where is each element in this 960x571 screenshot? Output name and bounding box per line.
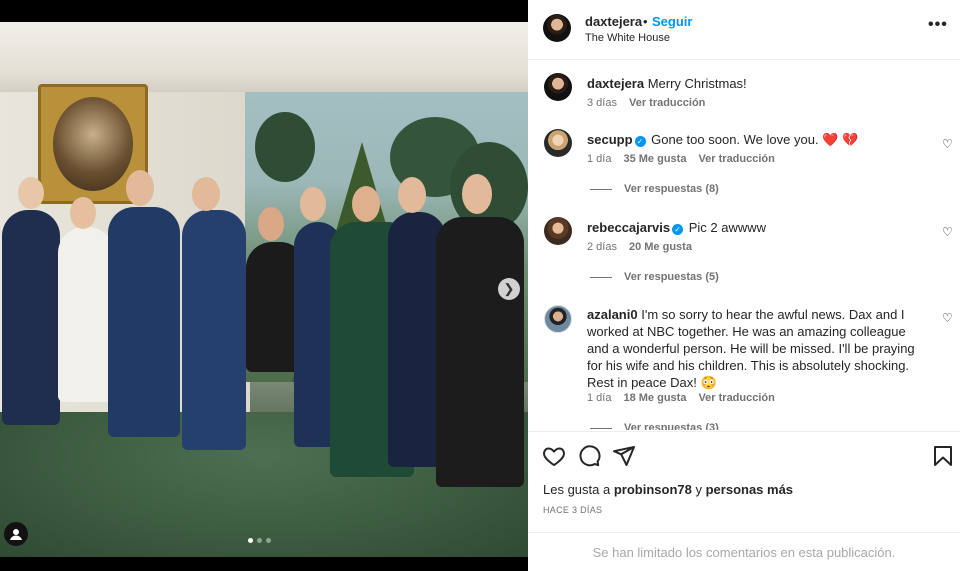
- author-username[interactable]: daxtejera: [585, 14, 642, 29]
- like-comment-heart-icon[interactable]: ♡: [942, 137, 953, 151]
- verified-badge-icon: ✓: [672, 224, 684, 235]
- carousel-dot[interactable]: [248, 538, 253, 543]
- comments-limited-notice: Se han limitado los comentarios en esta …: [528, 532, 960, 571]
- comment-text: azalani0 I'm so sorry to hear the awful …: [587, 306, 929, 391]
- heart-icon[interactable]: [542, 444, 566, 468]
- caption-meta: 3 días Ver traducción: [587, 97, 705, 109]
- person: [58, 227, 114, 402]
- view-replies-button[interactable]: Ver respuestas (3): [590, 422, 719, 430]
- avatar[interactable]: [543, 14, 571, 42]
- post-date[interactable]: HACE 3 DÍAS: [543, 505, 602, 515]
- person-head: [258, 207, 284, 241]
- post-actions: Les gusta a probinson78 y personas más H…: [528, 431, 960, 571]
- photo-ceiling: [0, 22, 528, 92]
- person-head: [70, 197, 96, 229]
- post-media: ❯: [0, 0, 528, 571]
- person-head: [300, 187, 326, 221]
- avatar[interactable]: [544, 73, 572, 101]
- person: [182, 210, 246, 450]
- comment-likes[interactable]: 18 Me gusta: [623, 392, 686, 404]
- comment-icon[interactable]: [577, 444, 601, 468]
- comment-time[interactable]: 1 día: [587, 392, 611, 404]
- comment-body: Pic 2 awwww: [688, 220, 767, 235]
- portrait: [53, 97, 133, 191]
- header-separator: •: [643, 14, 648, 29]
- avatar[interactable]: [544, 305, 572, 333]
- liker-username[interactable]: probinson78: [614, 482, 692, 497]
- chevron-right-icon[interactable]: ❯: [498, 278, 520, 300]
- person: [2, 210, 60, 425]
- comment-meta: 1 día 18 Me gusta Ver traducción: [587, 392, 775, 404]
- view-replies-button[interactable]: Ver respuestas (8): [590, 183, 719, 195]
- translate-link[interactable]: Ver traducción: [698, 392, 774, 404]
- carousel-dot[interactable]: [266, 538, 271, 543]
- like-comment-heart-icon[interactable]: ♡: [942, 311, 953, 325]
- comment-text: rebeccajarvis ✓ Pic 2 awwww: [587, 219, 932, 236]
- person: [108, 207, 180, 437]
- translate-link[interactable]: Ver traducción: [629, 97, 705, 109]
- comment-username[interactable]: azalani0: [587, 307, 638, 322]
- caption-time[interactable]: 3 días: [587, 97, 617, 109]
- comment-time[interactable]: 1 día: [587, 153, 611, 165]
- view-replies-button[interactable]: Ver respuestas (5): [590, 271, 719, 283]
- comment-likes[interactable]: 35 Me gusta: [623, 153, 686, 165]
- post-header: daxtejera • Seguir The White House •••: [528, 0, 960, 60]
- caption-body: Merry Christmas!: [647, 76, 747, 91]
- bookmark-icon[interactable]: [931, 444, 955, 468]
- comment-time[interactable]: 2 días: [587, 241, 617, 253]
- post-panel: daxtejera • Seguir The White House ••• d…: [528, 0, 960, 571]
- translate-link[interactable]: Ver traducción: [698, 153, 774, 165]
- person-head: [398, 177, 426, 213]
- avatar[interactable]: [544, 217, 572, 245]
- others-likes-link[interactable]: personas más: [706, 482, 793, 497]
- carousel-dots: [248, 538, 271, 543]
- caption-username[interactable]: daxtejera: [587, 76, 644, 91]
- likes-prefix: Les gusta a: [543, 482, 611, 497]
- carousel-dot[interactable]: [257, 538, 262, 543]
- comment-text: secupp ✓ Gone too soon. We love you. ❤️ 💔: [587, 131, 932, 148]
- person-head: [352, 186, 380, 222]
- verified-badge-icon: ✓: [634, 136, 646, 147]
- person-head: [462, 174, 492, 214]
- likes-summary: Les gusta a probinson78 y personas más: [543, 482, 793, 497]
- avatar[interactable]: [544, 129, 572, 157]
- likes-middle: y: [695, 482, 702, 497]
- location-link[interactable]: The White House: [585, 32, 670, 44]
- person-head: [192, 177, 220, 211]
- comment-username[interactable]: rebeccajarvis: [587, 220, 670, 235]
- person-head: [126, 170, 154, 206]
- comment-meta: 1 día 35 Me gusta Ver traducción: [587, 153, 775, 165]
- user-tag-icon[interactable]: [4, 522, 28, 546]
- comment-username[interactable]: secupp: [587, 132, 633, 147]
- person: [436, 217, 524, 487]
- follow-button[interactable]: Seguir: [652, 14, 692, 29]
- caption-text: daxtejera Merry Christmas!: [587, 75, 932, 92]
- post-photo[interactable]: [0, 22, 528, 557]
- comment-likes[interactable]: 20 Me gusta: [629, 241, 692, 253]
- share-icon[interactable]: [612, 444, 636, 468]
- like-comment-heart-icon[interactable]: ♡: [942, 225, 953, 239]
- comment-meta: 2 días 20 Me gusta: [587, 241, 692, 253]
- comments-list[interactable]: daxtejera Merry Christmas! 3 días Ver tr…: [528, 61, 960, 430]
- more-options-icon[interactable]: •••: [928, 16, 948, 34]
- person-head: [18, 177, 44, 209]
- comment-body: Gone too soon. We love you. ❤️ 💔: [651, 132, 859, 147]
